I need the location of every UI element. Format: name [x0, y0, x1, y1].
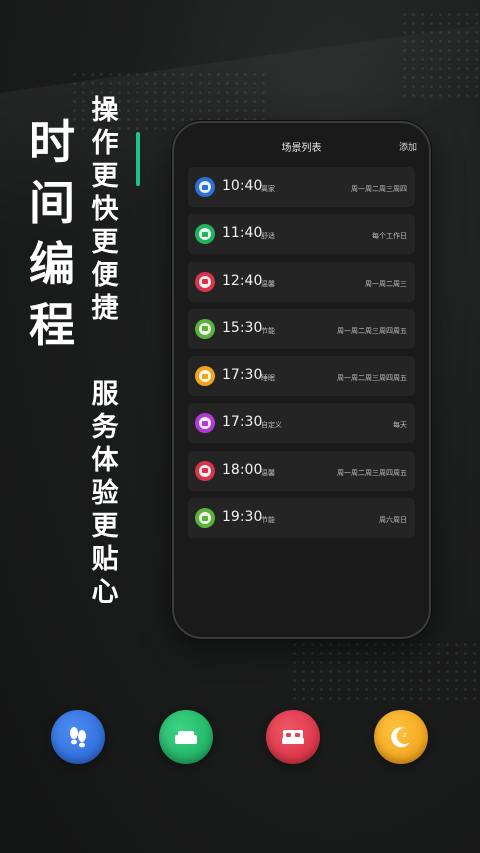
scene-days: 周一周二周三周四周五 [337, 326, 407, 335]
scene-label: 节能 [261, 326, 275, 335]
page-title: 场景列表 [281, 143, 322, 154]
scene-label: 温馨 [261, 468, 275, 477]
moon-icon [195, 366, 215, 387]
phone-header: 场景列表 添加 [174, 123, 429, 167]
slogan-char: 服 [91, 379, 119, 410]
footprints-icon [195, 177, 215, 197]
bed-icon [195, 271, 215, 292]
headline-char: 程 [29, 298, 75, 352]
scene-time: 10:40 [222, 178, 263, 194]
svg-text:z: z [403, 731, 407, 739]
scene-days: 周一周二周三 [365, 279, 407, 288]
scene-shortcuts: z [0, 710, 480, 766]
scene-time: 17:30 [222, 367, 263, 384]
scene-label: 睡眠 [261, 374, 275, 383]
scene-time: 15:30 [222, 319, 263, 336]
scene-time: 18:00 [222, 461, 263, 478]
headline-char: 时 [29, 115, 75, 169]
headline-char: 编 [29, 237, 75, 291]
scene-time: 19:30 [222, 509, 263, 526]
slogan-char: 贴 [91, 544, 119, 575]
scene-row[interactable]: 18:00 温馨 周一周二周三周四周五 [188, 450, 415, 491]
bed-icon [195, 460, 215, 481]
scene-days: 周一周二周三周四周五 [337, 374, 407, 383]
slogan-fast: 操 作 更 快 更 便 捷 [88, 94, 122, 325]
headline: 时 间 编 程 [26, 112, 78, 356]
footprints-icon[interactable] [51, 710, 105, 764]
bed-icon[interactable] [266, 710, 320, 764]
scene-list: 10:40 离家 周一周二周三周四 11:40 舒适 每个工作日 12:40 温馨 周一周二周三… [188, 167, 415, 545]
slogan-char: 操 [91, 95, 119, 126]
scene-time: 11:40 [222, 225, 263, 242]
leaf-icon [195, 318, 215, 339]
moon-icon[interactable]: z [374, 710, 428, 764]
accent-bar [136, 132, 140, 186]
slogan-char: 验 [91, 478, 119, 509]
scene-row[interactable]: 12:40 温馨 周一周二周三 [188, 261, 415, 302]
scene-days: 周六周日 [379, 516, 407, 525]
slogan-char: 便 [91, 260, 119, 291]
scene-label: 自定义 [261, 421, 282, 430]
scene-days: 每天 [393, 421, 407, 430]
headline-char: 间 [29, 176, 75, 230]
slogan-char: 更 [91, 161, 119, 192]
slogan-char: 更 [91, 511, 119, 542]
scene-days: 周一周二周三周四周五 [337, 468, 407, 477]
scene-days: 周一周二周三周四 [351, 185, 407, 193]
sofa-icon[interactable] [159, 710, 213, 764]
scene-row[interactable]: 17:30 自定义 每天 [188, 403, 415, 444]
dot-pattern-top [400, 10, 480, 100]
add-scene-button[interactable]: 添加 [399, 140, 417, 153]
slogan-char: 作 [91, 128, 119, 159]
scene-label: 舒适 [261, 232, 275, 241]
scene-label: 离家 [261, 185, 275, 193]
scene-days: 每个工作日 [372, 232, 407, 241]
phone-mockup: 场景列表 添加 10:40 离家 周一周二周三周四 11:40 舒适 每个工作日 12:40… [172, 121, 431, 639]
slogan-char: 务 [91, 412, 119, 443]
slogan-char: 心 [91, 577, 119, 608]
dot-pattern-bottom [290, 640, 480, 700]
slogan-char: 捷 [91, 293, 119, 324]
scene-label: 节能 [261, 516, 275, 525]
scene-row[interactable]: 19:30 节能 周六周日 [188, 498, 415, 539]
scene-label: 温馨 [261, 279, 275, 288]
slogan-service: 服 务 体 验 更 贴 心 [88, 378, 122, 609]
slogan-char: 更 [91, 227, 119, 258]
slogan-char: 体 [91, 445, 119, 476]
custom-icon [195, 413, 215, 434]
scene-row[interactable]: 15:30 节能 周一周二周三周四周五 [188, 308, 415, 349]
scene-time: 17:30 [222, 414, 263, 431]
scene-row[interactable]: 17:30 睡眠 周一周二周三周四周五 [188, 356, 415, 397]
scene-time: 12:40 [222, 272, 263, 289]
leaf-icon [195, 508, 215, 529]
scene-row[interactable]: 11:40 舒适 每个工作日 [188, 214, 415, 255]
slogan-char: 快 [91, 194, 119, 225]
sofa-icon [195, 224, 215, 245]
scene-row[interactable]: 10:40 离家 周一周二周三周四 [188, 167, 415, 207]
